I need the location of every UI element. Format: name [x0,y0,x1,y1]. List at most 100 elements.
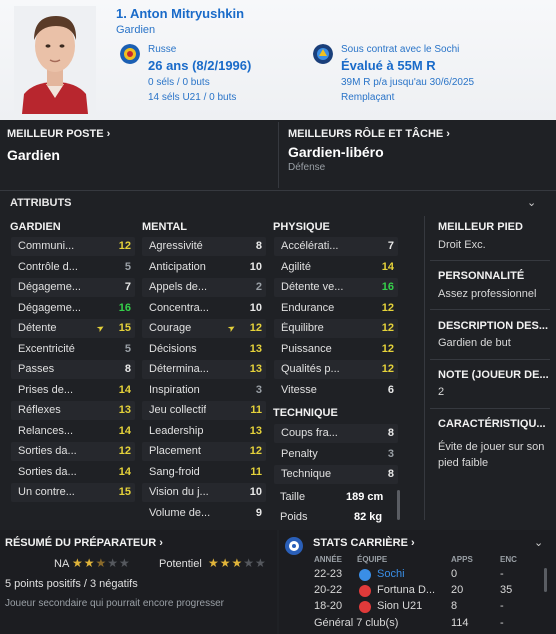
career-team[interactable]: Sion U21 [377,600,422,612]
attribute-name: Contrôle d... [18,260,78,273]
chevron-down-icon[interactable]: ⌄ [534,536,543,549]
attribute-value: 7 [124,281,131,293]
career-team[interactable]: Fortuna D... [377,584,435,596]
attribute-row[interactable]: Qualités p... 12 [274,360,398,379]
attribute-row[interactable]: Équilibre 12 [274,319,398,338]
divider [430,260,550,261]
attribute-name: Détente ve... [281,281,344,293]
attribute-row[interactable]: Appels de... 2 [142,278,266,297]
career-team[interactable]: Sochi [377,568,405,580]
divider [0,190,556,191]
attribute-row[interactable]: Un contre... 15 [11,483,135,502]
career-total-label: Général 7 club(s) [314,617,399,629]
best-position-title[interactable]: MEILLEUR POSTE › [7,128,110,140]
technique-title: TECHNIQUE [273,407,338,419]
attribute-value: 15 [118,322,131,334]
attribute-row[interactable]: Courage 12 ➤ [142,319,266,338]
attribute-row[interactable]: Inspiration 3 [142,381,266,400]
attribute-row[interactable]: Détente ve... 16 [274,278,398,297]
player-name[interactable]: 1. Anton Mitryushkin [116,6,244,21]
attribute-value: 12 [118,240,131,252]
scout-summary: 5 points positifs / 3 négatifs [5,578,138,590]
attribute-value: 16 [381,281,394,293]
attribute-row[interactable]: Penalty 3 [274,445,398,464]
attribute-row[interactable]: Technique 8 [274,465,398,484]
attribute-value: 8 [255,240,262,252]
attribute-name: Réflexes [18,404,61,416]
divider [430,359,550,360]
attribute-row[interactable]: Contrôle d... 5 [11,258,135,277]
attribute-name: Agilité [281,260,311,273]
contract-club[interactable]: Sous contrat avec le Sochi [341,44,459,55]
weight-label: Poids [280,511,308,523]
attribute-row[interactable]: Coups fra... 8 [274,424,398,443]
attribute-row[interactable]: Passes 8 [11,360,135,379]
attribute-name: Détente [18,322,57,334]
career-apps: 20 [451,584,464,596]
attribute-row[interactable]: Communi... 12 [11,237,135,256]
attribute-row[interactable]: Agressivité 8 [142,237,266,256]
attribute-name: Courage [149,322,192,334]
career-title[interactable]: STATS CARRIÈRE › [313,537,415,549]
attribute-row[interactable]: Volume de... 9 [142,504,266,523]
divider [430,408,550,409]
best-position-panel: MEILLEUR POSTE › Gardien [0,120,277,190]
attribute-value: 9 [255,506,262,519]
attribute-row[interactable]: Sorties da... 12 [11,442,135,461]
attribute-value: 12 [118,445,131,457]
attribute-value: 14 [118,465,131,478]
attribute-value: 12 [381,342,394,355]
attribute-name: Dégageme... [18,301,81,314]
attribute-row[interactable]: Vision du j... 10 [142,483,266,502]
attribute-name: Coups fra... [281,427,338,439]
attribute-name: Leadership [149,424,204,437]
attribute-name: Décisions [149,342,197,355]
attribute-row[interactable]: Réflexes 13 [11,401,135,420]
attribute-name: Penalty [281,447,318,460]
attribute-value: 13 [249,363,262,375]
nationality[interactable]: Russe [148,44,176,55]
divider [430,309,550,310]
attribute-row[interactable]: Jeu collectif 11 [142,401,266,420]
best-role-title[interactable]: MEILLEURS RÔLE ET TÂCHE › [288,128,450,140]
scrollbar[interactable] [397,490,400,520]
attribute-row[interactable]: Dégageme... 7 [11,278,135,297]
attribute-row[interactable]: Décisions 13 [142,340,266,359]
best-role-value: Gardien-libéro [288,144,384,160]
attribute-row[interactable]: Sorties da... 14 [11,463,135,482]
attribute-row[interactable]: Excentricité 5 [11,340,135,359]
scrollbar[interactable] [544,568,547,592]
career-year: 22-23 [314,568,343,580]
na-label: NA [54,558,70,570]
attribute-row[interactable]: Placement 12 [142,442,266,461]
attribute-value: 10 [249,301,262,314]
attribute-value: 11 [250,404,262,416]
attribute-row[interactable]: Détente 15 ➤ [11,319,135,338]
attribute-row[interactable]: Détermina... 13 [142,360,266,379]
attribute-row[interactable]: Anticipation 10 [142,258,266,277]
attribute-name: Jeu collectif [149,404,207,416]
russia-flag-icon [120,44,140,64]
chevron-down-icon[interactable]: ⌄ [527,196,536,209]
attribute-row[interactable]: Endurance 12 [274,299,398,318]
attribute-row[interactable]: Relances... 14 [11,422,135,441]
scout-comment: Joueur secondaire qui pourrait encore pr… [5,598,225,609]
attribute-name: Vitesse [281,383,317,396]
attribute-value: 11 [250,465,262,478]
attribute-row[interactable]: Sang-froid 11 [142,463,266,482]
scout-title[interactable]: RÉSUMÉ DU PRÉPARATEUR › [5,537,163,549]
best-position-value: Gardien [7,147,60,163]
best-foot-title: MEILLEUR PIED [438,221,523,233]
attribute-row[interactable]: Dégageme... 16 [11,299,135,318]
attribute-row[interactable]: Agilité 14 [274,258,398,277]
attribute-row[interactable]: Concentra... 10 [142,299,266,318]
attribute-name: Un contre... [18,486,75,498]
attribute-row[interactable]: Vitesse 6 [274,381,398,400]
attribute-row[interactable]: Accélérati... 7 [274,237,398,256]
attribute-name: Puissance [281,342,332,355]
attribute-row[interactable]: Prises de... 14 [11,381,135,400]
attribute-row[interactable]: Leadership 13 [142,422,266,441]
personality-title: PERSONNALITÉ [438,270,525,282]
attribute-row[interactable]: Puissance 12 [274,340,398,359]
gardien-title: GARDIEN [10,221,61,233]
